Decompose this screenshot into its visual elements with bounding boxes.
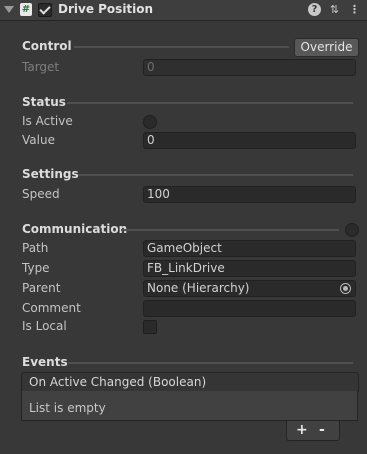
script-icon: # <box>20 3 32 16</box>
object-picker-icon[interactable] <box>340 283 351 294</box>
section-events: Events <box>22 355 68 369</box>
is-active-label: Is Active <box>22 114 73 128</box>
target-field: 0 <box>143 59 356 76</box>
section-divider <box>67 102 353 104</box>
connection-status-indicator <box>345 223 359 237</box>
type-field[interactable]: FB_LinkDrive <box>143 260 356 277</box>
value-field[interactable]: 0 <box>143 132 356 149</box>
parent-label: Parent <box>22 281 61 295</box>
presets-icon[interactable]: ⇅ <box>328 3 341 16</box>
section-settings: Settings <box>22 167 79 181</box>
override-button[interactable]: Override <box>294 38 359 57</box>
foldout-arrow-icon[interactable] <box>4 6 14 13</box>
path-label: Path <box>22 241 49 255</box>
unity-event-list: List is empty <box>21 391 358 421</box>
add-item-button[interactable]: + <box>296 422 308 438</box>
list-footer: + - <box>286 421 340 441</box>
component-header[interactable]: # Drive Position ? ⇅ ⋮ <box>0 0 367 21</box>
type-label: Type <box>22 261 50 275</box>
comment-field[interactable] <box>143 300 356 317</box>
parent-object-field[interactable]: None (Hierarchy) <box>143 280 356 297</box>
section-divider <box>121 229 339 231</box>
component-title: Drive Position <box>58 2 154 16</box>
is-local-checkbox[interactable] <box>143 320 157 334</box>
empty-list-text: List is empty <box>29 401 106 415</box>
speed-label: Speed <box>22 187 60 201</box>
value-label: Value <box>22 133 55 147</box>
target-label: Target <box>22 60 60 74</box>
help-icon[interactable]: ? <box>308 3 321 16</box>
path-field[interactable]: GameObject <box>143 240 356 257</box>
section-divider <box>68 362 353 364</box>
section-status: Status <box>22 95 66 109</box>
remove-item-button[interactable]: - <box>319 422 325 438</box>
section-divider <box>74 46 289 48</box>
unity-event-header: On Active Changed (Boolean) <box>21 372 359 392</box>
comment-label: Comment <box>22 301 81 315</box>
section-control: Control <box>22 39 72 53</box>
section-communication: Communication <box>22 222 128 236</box>
speed-field[interactable]: 100 <box>143 186 356 203</box>
is-local-label: Is Local <box>22 319 67 333</box>
parent-value: None (Hierarchy) <box>147 281 250 295</box>
context-menu-icon[interactable]: ⋮ <box>348 3 361 16</box>
section-divider <box>78 174 353 176</box>
enable-component-checkbox[interactable] <box>38 3 52 17</box>
is-active-indicator <box>143 115 157 129</box>
